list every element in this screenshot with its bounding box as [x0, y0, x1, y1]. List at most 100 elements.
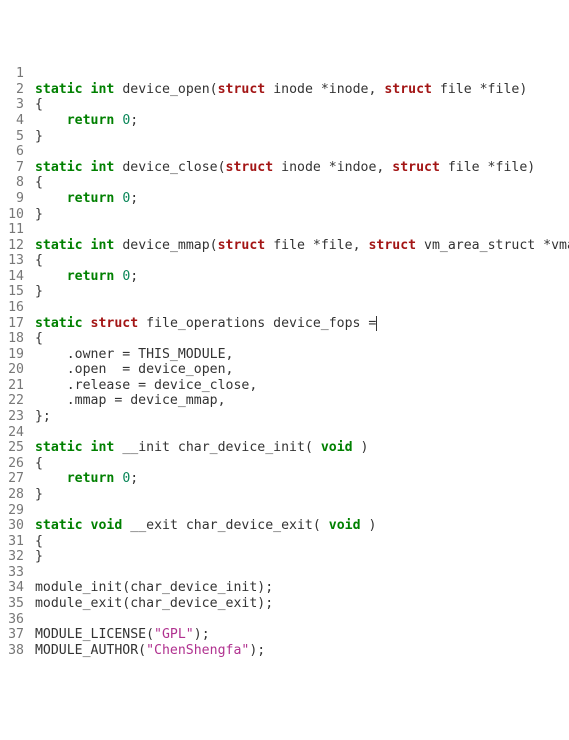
code-line: 19 .owner = THIS_MODULE,	[0, 347, 569, 363]
token-kw: int	[91, 440, 115, 455]
code-content: {	[27, 331, 569, 347]
code-line: 30 static void __exit char_device_exit( …	[0, 518, 569, 534]
code-content: };	[27, 409, 569, 425]
code-line: 1	[0, 66, 569, 82]
code-content: }	[27, 129, 569, 145]
line-number: 31	[0, 534, 27, 550]
token-kw: static	[35, 440, 83, 455]
code-line: 31 {	[0, 534, 569, 550]
token-id: ;	[130, 113, 138, 128]
token-id: .owner = THIS_MODULE,	[67, 347, 234, 362]
token-kw: static	[35, 82, 83, 97]
token-sp	[83, 238, 91, 253]
token-ret: return	[67, 191, 115, 206]
token-id: }	[35, 284, 43, 299]
line-number: 38	[0, 643, 27, 659]
code-content: static int device_mmap(struct file *file…	[27, 238, 569, 254]
token-sp	[83, 440, 91, 455]
code-content: static int device_close(struct inode *in…	[27, 160, 569, 176]
code-content	[27, 144, 569, 160]
code-content	[27, 425, 569, 441]
code-line: 8 {	[0, 175, 569, 191]
line-number: 8	[0, 175, 27, 191]
code-line: 17 static struct file_operations device_…	[0, 316, 569, 332]
code-line: 3 {	[0, 97, 569, 113]
token-kw: static	[35, 316, 83, 331]
code-content: .mmap = device_mmap,	[27, 393, 569, 409]
token-kw: int	[91, 160, 115, 175]
code-line: 9 return 0;	[0, 191, 569, 207]
code-line: 25 static int __init char_device_init( v…	[0, 440, 569, 456]
token-id: {	[35, 456, 43, 471]
line-number: 26	[0, 456, 27, 472]
line-number: 15	[0, 284, 27, 300]
code-content: static int device_open(struct inode *ino…	[27, 82, 569, 98]
token-id: }	[35, 487, 43, 502]
line-number: 6	[0, 144, 27, 160]
token-id: device_mmap(	[122, 238, 217, 253]
code-line: 22 .mmap = device_mmap,	[0, 393, 569, 409]
line-number: 14	[0, 269, 27, 285]
token-id: .release = device_close,	[67, 378, 258, 393]
token-sp	[35, 393, 67, 408]
token-tkw: struct	[226, 160, 274, 175]
line-number: 10	[0, 207, 27, 223]
token-id: );	[249, 643, 265, 658]
code-content: }	[27, 284, 569, 300]
line-number: 18	[0, 331, 27, 347]
line-number: 28	[0, 487, 27, 503]
code-line: 26 {	[0, 456, 569, 472]
line-number: 4	[0, 113, 27, 129]
token-kw: static	[35, 518, 83, 533]
line-number: 29	[0, 503, 27, 519]
code-content: }	[27, 487, 569, 503]
token-tkw: struct	[218, 238, 266, 253]
code-line: 16	[0, 300, 569, 316]
token-kw: void	[321, 440, 353, 455]
token-id: file_operations device_fops =	[138, 316, 376, 331]
line-number: 3	[0, 97, 27, 113]
code-line: 38 MODULE_AUTHOR("ChenShengfa");	[0, 643, 569, 659]
token-id: {	[35, 331, 43, 346]
token-sp	[83, 518, 91, 533]
code-line: 15 }	[0, 284, 569, 300]
token-kw: int	[91, 82, 115, 97]
code-line: 20 .open = device_open,	[0, 362, 569, 378]
code-line: 12 static int device_mmap(struct file *f…	[0, 238, 569, 254]
token-tkw: struct	[91, 316, 139, 331]
token-id: )	[361, 518, 377, 533]
code-line: 7 static int device_close(struct inode *…	[0, 160, 569, 176]
token-str: "GPL"	[154, 627, 194, 642]
token-id: file *file)	[432, 82, 527, 97]
line-number: 33	[0, 565, 27, 581]
token-sp	[35, 347, 67, 362]
token-id: ;	[130, 269, 138, 284]
code-line: 14 return 0;	[0, 269, 569, 285]
line-number: 24	[0, 425, 27, 441]
code-line: 10 }	[0, 207, 569, 223]
code-editor[interactable]: 1 2 static int device_open(struct inode …	[0, 66, 569, 658]
token-id: }	[35, 549, 43, 564]
token-id: vm_area_struct *vma)	[416, 238, 569, 253]
token-id: )	[353, 440, 369, 455]
token-kw: void	[329, 518, 361, 533]
line-number: 12	[0, 238, 27, 254]
token-id: inode *inode,	[265, 82, 384, 97]
token-id: MODULE_AUTHOR(	[35, 643, 146, 658]
token-sp	[83, 82, 91, 97]
token-ret: return	[67, 113, 115, 128]
token-id: file *file)	[440, 160, 535, 175]
token-id: .open = device_open,	[67, 362, 234, 377]
token-id: {	[35, 97, 43, 112]
code-content	[27, 503, 569, 519]
token-kw: static	[35, 160, 83, 175]
token-kw: void	[91, 518, 123, 533]
token-id: __init char_device_init(	[122, 440, 321, 455]
code-content: {	[27, 456, 569, 472]
line-number: 23	[0, 409, 27, 425]
line-number: 11	[0, 222, 27, 238]
code-content: return 0;	[27, 471, 569, 487]
code-content: MODULE_LICENSE("GPL");	[27, 627, 569, 643]
code-line: 18 {	[0, 331, 569, 347]
line-number: 9	[0, 191, 27, 207]
